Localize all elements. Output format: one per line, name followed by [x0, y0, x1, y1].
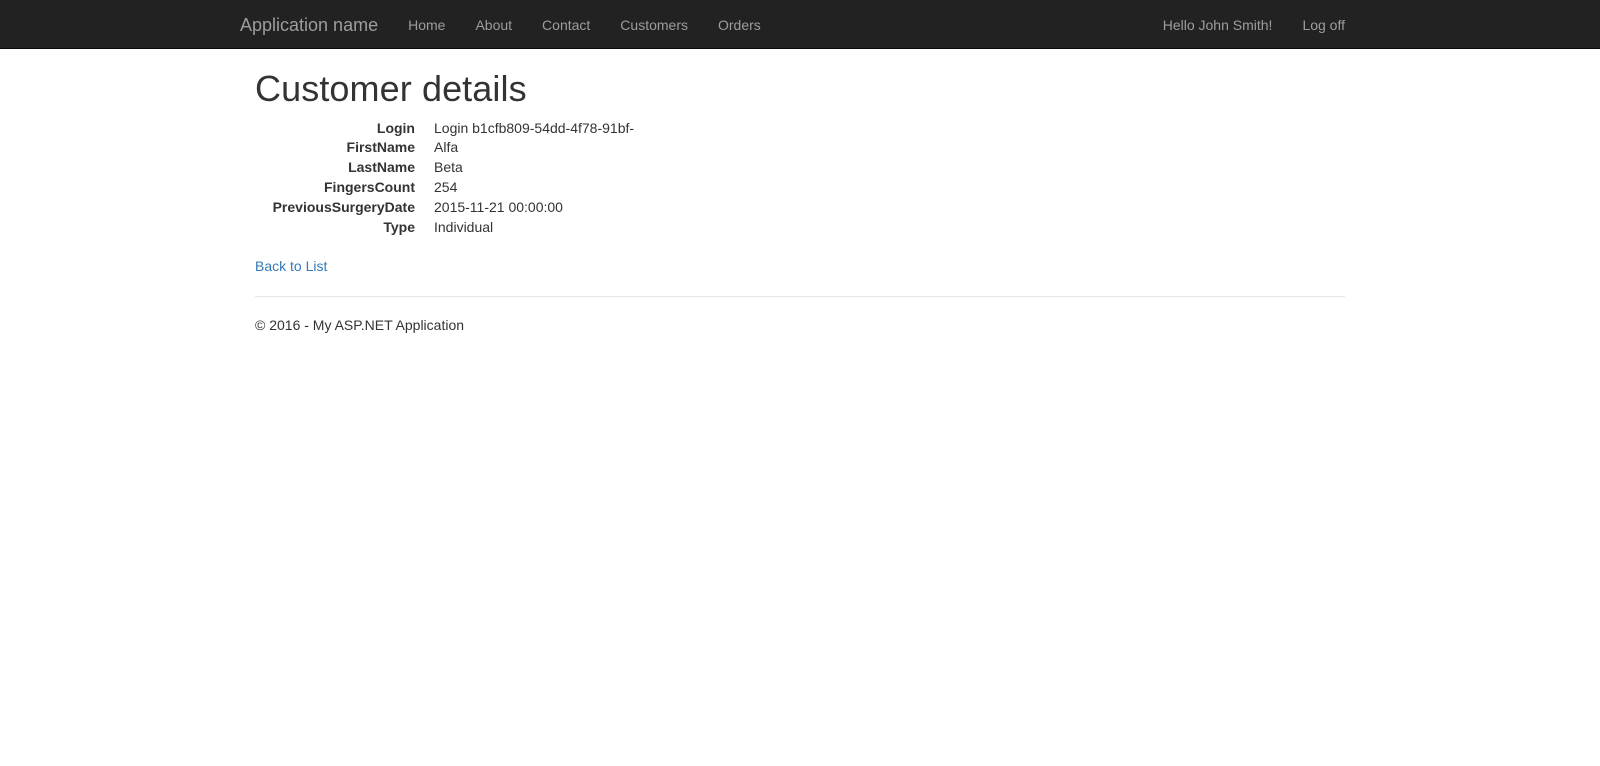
navbar-brand[interactable]: Application name — [240, 0, 393, 49]
detail-row: Type Individual — [255, 218, 1345, 238]
detail-label-type: Type — [383, 218, 415, 235]
nav-link-contact[interactable]: Contact — [527, 0, 605, 49]
detail-row: LastName Beta — [255, 158, 1345, 178]
detail-value-firstname: Alfa — [434, 139, 459, 156]
navbar-right-group: Hello John Smith! Log off — [1148, 0, 1360, 48]
page-footer: © 2016 - My ASP.NET Application — [255, 296, 1345, 336]
detail-label-login: Login — [376, 119, 415, 136]
detail-value-fingerscount: 254 — [434, 178, 458, 195]
detail-label-lastname: LastName — [348, 159, 415, 176]
navbar-inner: Application name Home About Contact Cust… — [240, 0, 1360, 48]
detail-label-fingerscount: FingersCount — [324, 178, 415, 195]
log-off-link[interactable]: Log off — [1287, 0, 1360, 49]
nav-link-home[interactable]: Home — [393, 0, 460, 49]
back-to-list-link[interactable]: Back to List — [255, 258, 327, 274]
nav-link-about[interactable]: About — [460, 0, 527, 49]
detail-value-previoussurgerydate: 2015-11-21 00:00:00 — [434, 198, 563, 215]
navbar-left-group: Application name Home About Contact Cust… — [240, 0, 776, 48]
top-navbar: Application name Home About Contact Cust… — [0, 0, 1600, 49]
detail-row: Login Login b1cfb809-54dd-4f78-91bf- — [255, 119, 1345, 139]
detail-value-type: Individual — [434, 218, 494, 235]
detail-label-previoussurgerydate: PreviousSurgeryDate — [272, 198, 415, 215]
footer-copyright: © 2016 - My ASP.NET Application — [255, 317, 465, 334]
main-container: Customer details Login Login b1cfb809-54… — [240, 69, 1360, 336]
detail-row: PreviousSurgeryDate 2015-11-21 00:00:00 — [255, 198, 1345, 218]
nav-link-customers[interactable]: Customers — [605, 0, 703, 49]
detail-value-lastname: Beta — [434, 159, 463, 176]
detail-value-login: Login b1cfb809-54dd-4f78-91bf- — [434, 119, 635, 136]
detail-label-firstname: FirstName — [346, 139, 415, 156]
nav-link-orders[interactable]: Orders — [703, 0, 776, 49]
customer-details-list: Login Login b1cfb809-54dd-4f78-91bf- Fir… — [255, 119, 1345, 238]
detail-row: FirstName Alfa — [255, 138, 1345, 158]
actions-block: Back to List — [255, 257, 1345, 277]
customer-details-section: Login Login b1cfb809-54dd-4f78-91bf- Fir… — [255, 119, 1345, 238]
detail-row: FingersCount 254 — [255, 178, 1345, 198]
user-greeting-link[interactable]: Hello John Smith! — [1148, 0, 1288, 49]
page-title: Customer details — [255, 68, 527, 109]
